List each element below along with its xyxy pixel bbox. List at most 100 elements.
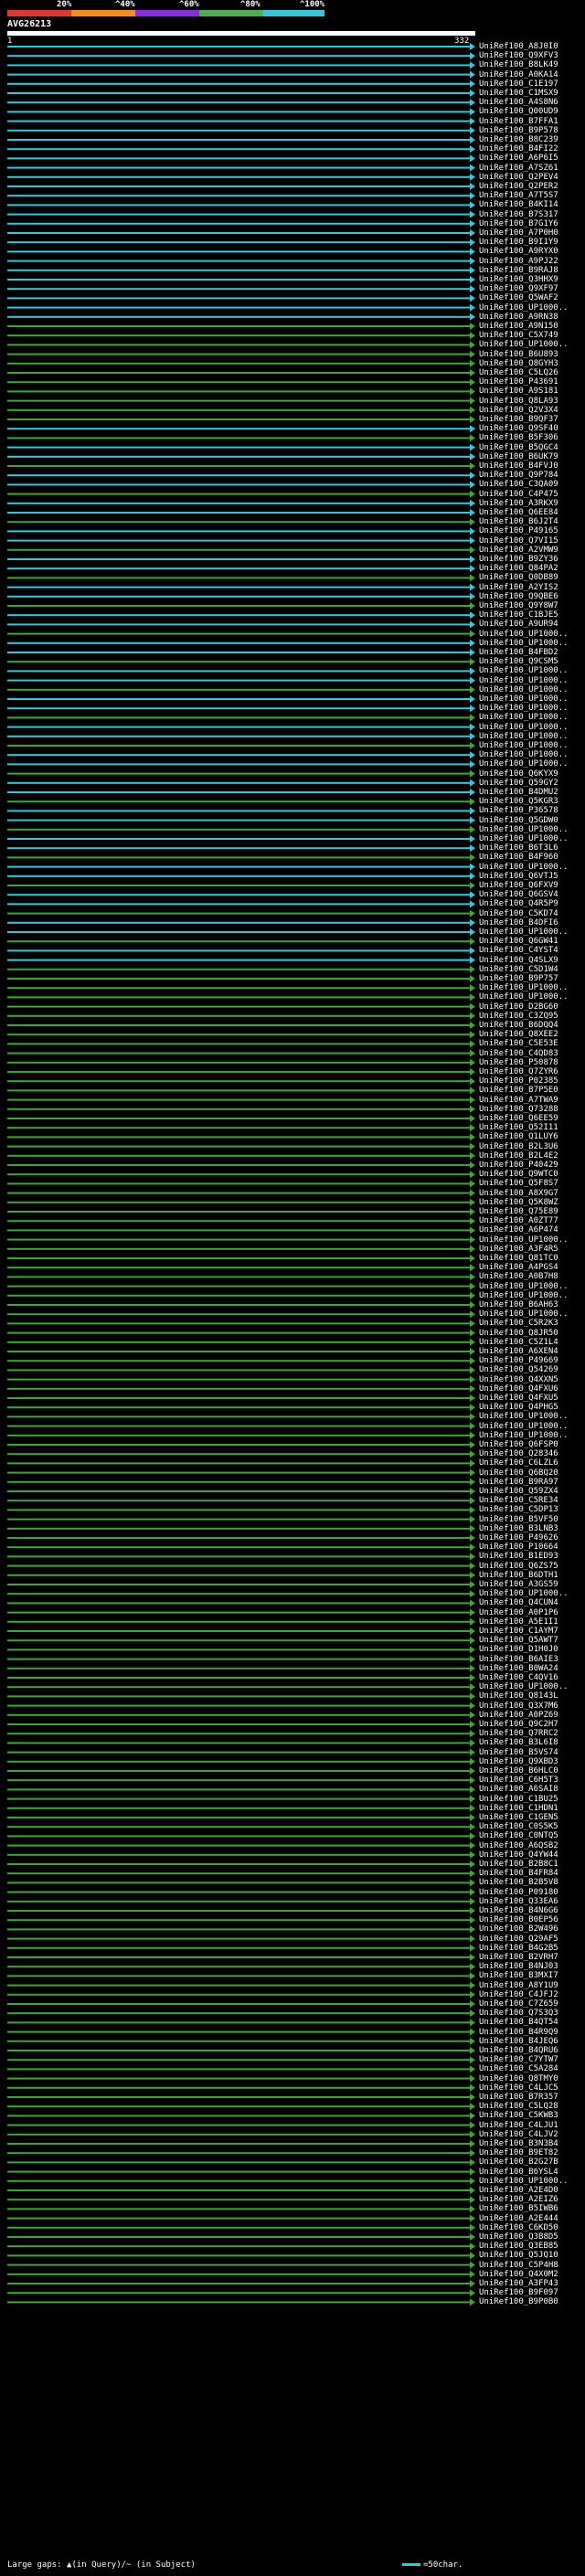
hit-label[interactable]: UniRef100_C1BU25 [479, 1795, 585, 1804]
hit-label[interactable]: UniRef100_UP1000.. [479, 666, 585, 675]
hit-bar[interactable] [7, 548, 470, 551]
hit-bar[interactable] [7, 1238, 470, 1241]
hit-label[interactable]: UniRef100_A4PGS4 [479, 1263, 585, 1272]
hit-bar[interactable] [7, 1872, 470, 1875]
hit-label[interactable]: UniRef100_B7R357 [479, 2093, 585, 2102]
hit-bar[interactable] [7, 92, 470, 94]
hit-bar[interactable] [7, 1695, 470, 1698]
hit-bar[interactable] [7, 381, 470, 384]
hit-label[interactable]: UniRef100_Q6KYX9 [479, 769, 585, 779]
hit-bar[interactable] [7, 614, 470, 617]
hit-label[interactable]: UniRef100_Q8LA93 [479, 397, 585, 406]
hit-bar[interactable] [7, 111, 470, 113]
hit-label[interactable]: UniRef100_Q4CUN4 [479, 1598, 585, 1607]
hit-label[interactable]: UniRef100_P49669 [479, 1356, 585, 1365]
hit-label[interactable]: UniRef100_Q3B8D5 [479, 2232, 585, 2242]
hit-bar[interactable] [7, 903, 470, 906]
hit-label[interactable]: UniRef100_UP1000.. [479, 340, 585, 349]
hit-label[interactable]: UniRef100_UP1000.. [479, 630, 585, 639]
hit-bar[interactable] [7, 408, 470, 411]
hit-label[interactable]: UniRef100_UP1000.. [479, 1589, 585, 1598]
hit-label[interactable]: UniRef100_Q9CSM5 [479, 657, 585, 666]
hit-label[interactable]: UniRef100_Q4YW44 [479, 1850, 585, 1860]
hit-label[interactable]: UniRef100_C4LJC5 [479, 2083, 585, 2093]
hit-bar[interactable] [7, 2199, 470, 2201]
hit-bar[interactable] [7, 1863, 470, 1865]
hit-label[interactable]: UniRef100_Q2PER2 [479, 182, 585, 191]
hit-bar[interactable] [7, 2170, 470, 2173]
hit-label[interactable]: UniRef100_Q0DB89 [479, 573, 585, 582]
hit-bar[interactable] [7, 1584, 470, 1585]
hit-label[interactable]: UniRef100_A0ZT77 [479, 1216, 585, 1225]
hit-bar[interactable] [7, 437, 470, 440]
hit-label[interactable]: UniRef100_Q6GW41 [479, 937, 585, 946]
hit-bar[interactable] [7, 521, 470, 524]
hit-bar[interactable] [7, 810, 470, 812]
hit-bar[interactable] [7, 1154, 470, 1157]
hit-label[interactable]: UniRef100_A2YIS2 [479, 583, 585, 592]
hit-bar[interactable] [7, 1267, 470, 1269]
hit-bar[interactable] [7, 2301, 470, 2304]
hit-bar[interactable] [7, 1910, 470, 1912]
hit-label[interactable]: UniRef100_C0S5K5 [479, 1822, 585, 1831]
hit-label[interactable]: UniRef100_Q9P784 [479, 471, 585, 480]
hit-bar[interactable] [7, 362, 470, 365]
hit-bar[interactable] [7, 641, 470, 644]
hit-label[interactable]: UniRef100_A6SAI8 [479, 1785, 585, 1794]
hit-label[interactable]: UniRef100_UP1000.. [479, 713, 585, 722]
hit-bar[interactable] [7, 1686, 470, 1689]
hit-label[interactable]: UniRef100_C5P4H8 [479, 2261, 585, 2270]
hit-bar[interactable] [7, 325, 470, 327]
hit-label[interactable]: UniRef100_A6P6I5 [479, 154, 585, 163]
hit-bar[interactable] [7, 1751, 470, 1754]
hit-label[interactable]: UniRef100_P43691 [479, 377, 585, 387]
hit-label[interactable]: UniRef100_B2W496 [479, 1924, 585, 1934]
hit-bar[interactable] [7, 1704, 470, 1707]
hit-label[interactable]: UniRef100_B4FVJ0 [479, 461, 585, 471]
hit-label[interactable]: UniRef100_Q4FXU6 [479, 1384, 585, 1394]
hit-bar[interactable] [7, 269, 470, 271]
hit-label[interactable]: UniRef100_Q7RRC2 [479, 1729, 585, 1738]
hit-bar[interactable] [7, 334, 470, 337]
hit-label[interactable]: UniRef100_Q5GDW0 [479, 816, 585, 825]
hit-label[interactable]: UniRef100_A9PJ22 [479, 257, 585, 266]
hit-bar[interactable] [7, 1919, 470, 1922]
hit-label[interactable]: UniRef100_UP1000.. [479, 825, 585, 834]
hit-bar[interactable] [7, 2050, 470, 2051]
hit-label[interactable]: UniRef100_Q28346 [479, 1449, 585, 1458]
hit-bar[interactable] [7, 1509, 470, 1511]
hit-label[interactable]: UniRef100_B6YSL4 [479, 2168, 585, 2177]
hit-bar[interactable] [7, 1247, 470, 1250]
hit-label[interactable]: UniRef100_Q9WTC0 [479, 1170, 585, 1179]
hit-label[interactable]: UniRef100_Q33EA6 [479, 1897, 585, 1906]
hit-bar[interactable] [7, 148, 470, 151]
hit-label[interactable]: UniRef100_B5F306 [479, 433, 585, 442]
hit-bar[interactable] [7, 940, 470, 943]
hit-bar[interactable] [7, 2292, 470, 2295]
hit-bar[interactable] [7, 1742, 470, 1744]
hit-bar[interactable] [7, 2245, 470, 2248]
hit-label[interactable]: UniRef100_A7T5S7 [479, 191, 585, 200]
hit-label[interactable]: UniRef100_Q59GY2 [479, 779, 585, 788]
hit-label[interactable]: UniRef100_Q2PEV4 [479, 173, 585, 182]
hit-label[interactable]: UniRef100_C4QD83 [479, 1049, 585, 1058]
hit-bar[interactable] [7, 2030, 470, 2033]
hit-label[interactable]: UniRef100_Q8XEE2 [479, 1030, 585, 1039]
hit-bar[interactable] [7, 661, 470, 663]
hit-bar[interactable] [7, 2040, 470, 2042]
hit-bar[interactable] [7, 2217, 470, 2220]
hit-label[interactable]: UniRef100_C4LJV2 [479, 2130, 585, 2139]
hit-label[interactable]: UniRef100_D2BG60 [479, 1002, 585, 1012]
hit-bar[interactable] [7, 2021, 470, 2024]
hit-bar[interactable] [7, 1527, 470, 1530]
hit-bar[interactable] [7, 2133, 470, 2136]
hit-bar[interactable] [7, 446, 470, 449]
hit-bar[interactable] [7, 1276, 470, 1278]
hit-label[interactable]: UniRef100_UP1000.. [479, 685, 585, 694]
hit-bar[interactable] [7, 1518, 470, 1521]
hit-bar[interactable] [7, 1182, 470, 1185]
hit-label[interactable]: UniRef100_A9UR94 [479, 620, 585, 629]
hit-bar[interactable] [7, 2226, 470, 2229]
hit-bar[interactable] [7, 791, 470, 793]
hit-label[interactable]: UniRef100_C7Z659 [479, 1999, 585, 2009]
